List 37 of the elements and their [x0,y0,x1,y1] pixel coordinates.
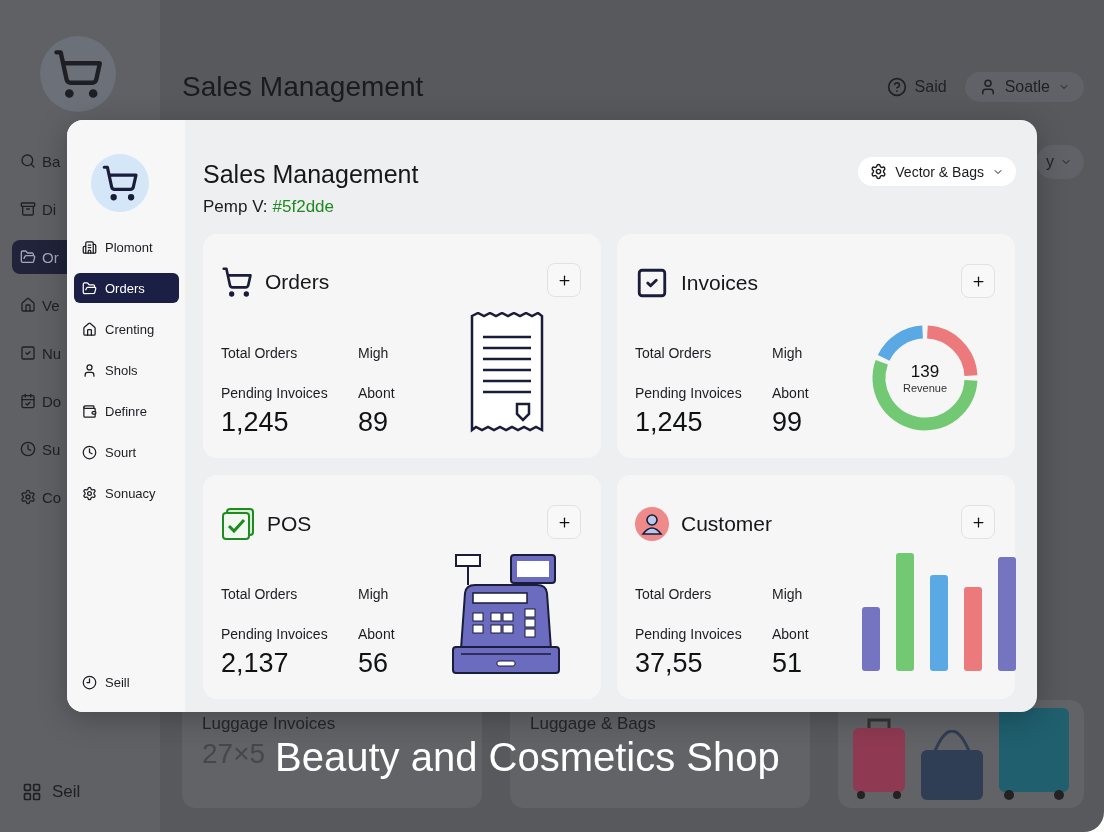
stat-label: Abont [772,385,810,401]
card-title: Luggage Invoices [202,714,337,734]
dialog-title: Sales Management [203,160,419,189]
card-title: Customer [681,512,774,536]
stat-value: 51 [772,648,804,679]
stat-label: Abont [358,626,396,642]
stat-label: Pending Invoices [635,626,743,642]
stat-label: Migh [772,345,804,361]
stat-value: 37,55 [635,648,704,679]
stat-label: Abont [358,385,396,401]
stat-value: 99 [772,407,804,438]
page-title: Sales Management [182,71,425,103]
stat-label: Total Orders [635,586,713,602]
stat-label: Pending Invoices [221,385,329,401]
stat-value: 1,245 [221,407,290,438]
stat-label: Pending Invoices [635,385,743,401]
stat-label: Migh [772,586,804,602]
stat-value: 1,245 [635,407,704,438]
card-title: Luggage & Bags [530,714,657,734]
subtitle-value: #5f2dde [272,197,335,217]
stat-value: 89 [358,407,390,438]
stat-label: Abont [772,626,810,642]
stat-value: 56 [358,648,390,679]
card-title: POS [267,512,313,536]
caption-text: Beauty and Cosmetics Shop [275,735,780,779]
stat-label: Total Orders [221,586,299,602]
stat-label: Migh [358,586,390,602]
stat-label: Total Orders [635,345,713,361]
card-title: Orders [265,270,331,294]
card-title: Invoices [681,271,760,295]
donut-value: 139 [910,362,940,382]
stat-label: Migh [358,345,390,361]
stat-label: Total Orders [221,345,299,361]
donut-label: Revenue [902,382,947,394]
stat-value: 2,137 [221,648,290,679]
subtitle-label: Pemp V: [203,197,268,217]
stat-label: Pending Invoices [221,626,329,642]
